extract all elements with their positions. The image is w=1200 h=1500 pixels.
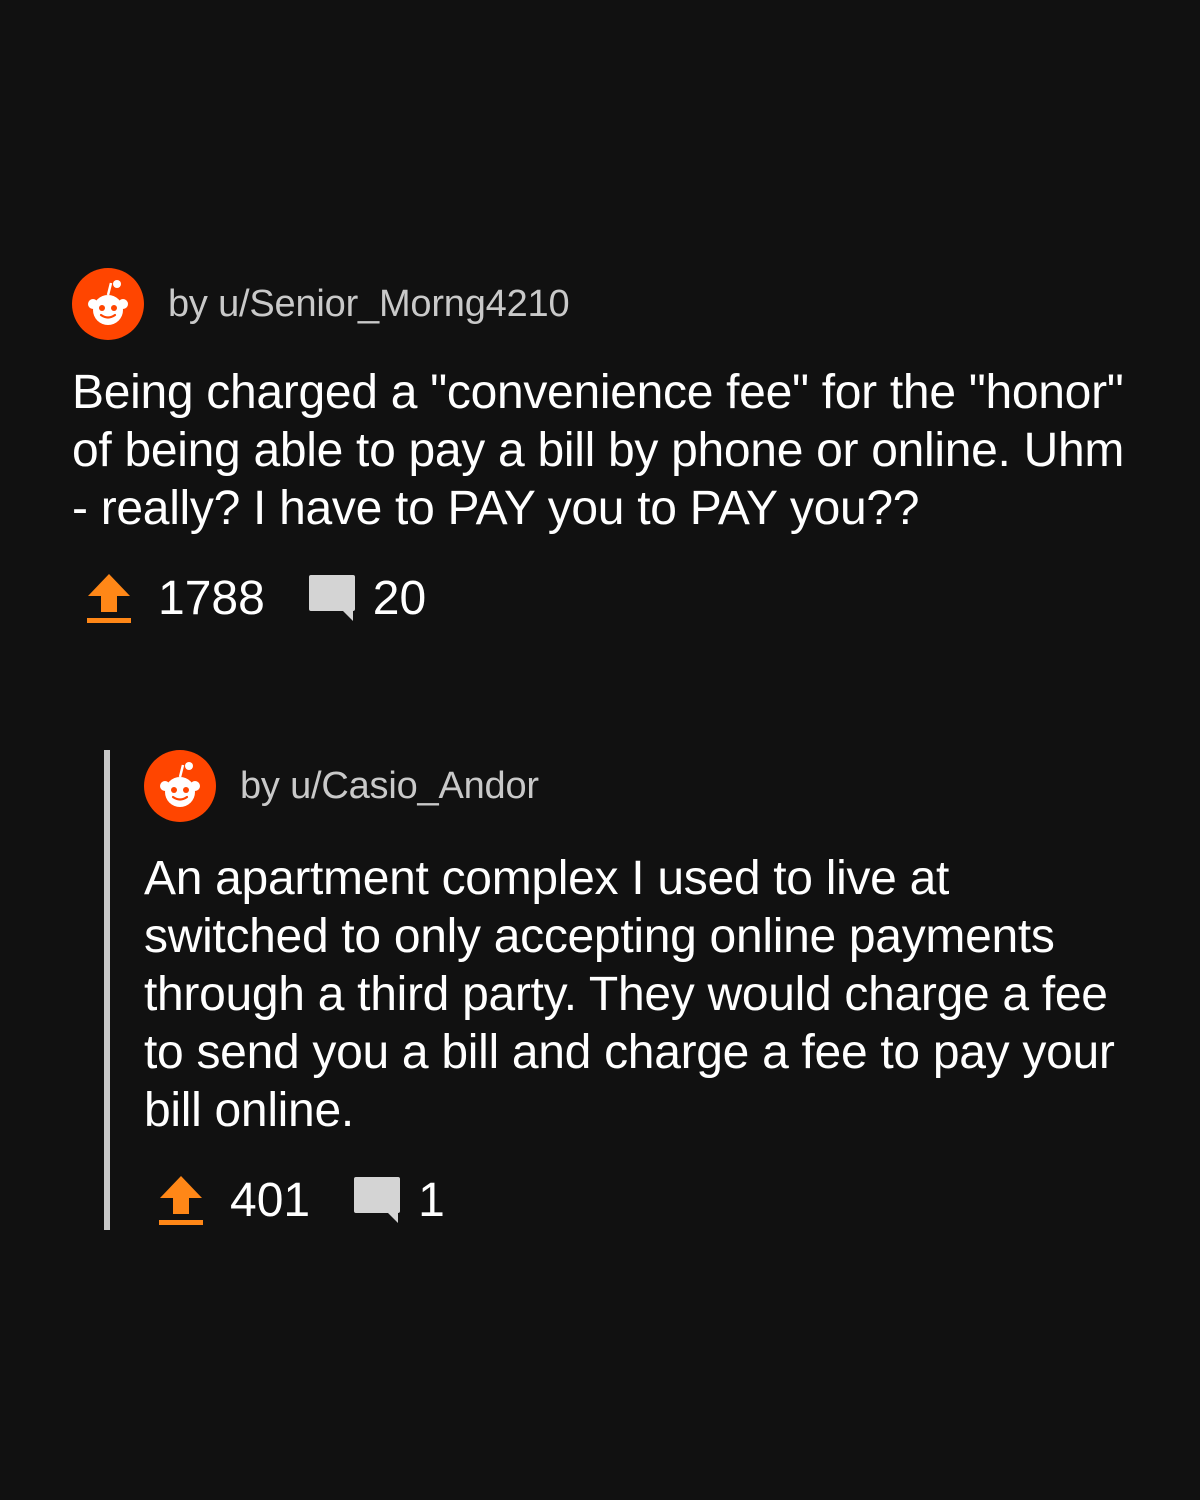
reply-comment: by u/Casio_Andor An apartment complex I …: [104, 750, 1128, 1230]
post-upvote-count: 1788: [158, 571, 265, 625]
reply-author-row: by u/Casio_Andor: [144, 750, 1128, 822]
post-comment-count: 20: [372, 571, 427, 625]
thread-line[interactable]: [104, 750, 110, 1230]
reply-upvote-count: 401: [230, 1173, 311, 1227]
reply-stats: 401 1: [144, 1170, 1128, 1230]
post-author[interactable]: by u/Senior_Morng4210: [168, 283, 570, 326]
upvote-arrow-icon[interactable]: [86, 572, 132, 624]
comment-bubble-icon[interactable]: [307, 573, 357, 623]
reddit-snoo-icon[interactable]: [72, 268, 144, 340]
post-author-row: by u/Senior_Morng4210: [72, 268, 1128, 340]
post-stats: 1788 20: [72, 568, 1128, 628]
reddit-snoo-icon[interactable]: [144, 750, 216, 822]
post-title[interactable]: Being charged a "convenience fee" for th…: [72, 364, 1128, 538]
comment-bubble-icon[interactable]: [352, 1175, 402, 1225]
main-post: by u/Senior_Morng4210 Being charged a "c…: [72, 268, 1128, 628]
reply-comment-count: 1: [418, 1173, 445, 1227]
reply-content: by u/Casio_Andor An apartment complex I …: [144, 750, 1128, 1230]
reply-author[interactable]: by u/Casio_Andor: [240, 765, 539, 808]
reply-body: An apartment complex I used to live at s…: [144, 852, 1115, 1137]
upvote-arrow-icon[interactable]: [158, 1174, 204, 1226]
